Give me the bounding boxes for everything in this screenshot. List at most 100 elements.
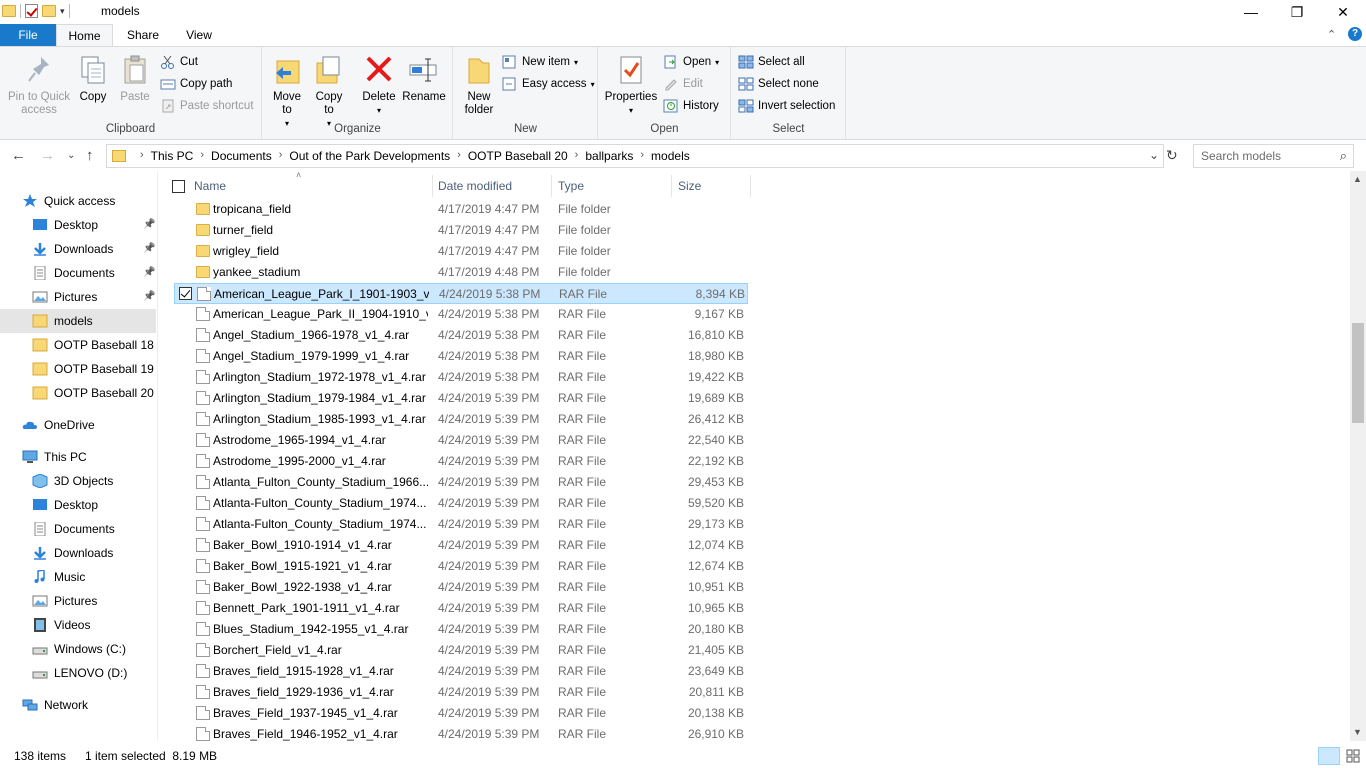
tab-home[interactable]: Home <box>56 24 113 46</box>
file-row[interactable]: Bennett_Park_1901-1911_v1_4.rar 4/24/2019… <box>174 598 748 619</box>
column-header-size[interactable]: Size <box>678 171 750 201</box>
scroll-up-icon[interactable]: ▲ <box>1353 174 1362 184</box>
properties-icon[interactable] <box>25 4 38 18</box>
minimize-button[interactable]: — <box>1228 0 1274 24</box>
file-row[interactable]: Braves_field_1929-1936_v1_4.rar 4/24/2019… <box>174 682 748 703</box>
invert-selection-button[interactable]: Invert selection <box>738 99 835 113</box>
search-input[interactable] <box>1201 149 1331 163</box>
nav-pc-item[interactable]: 3D Objects <box>0 469 156 493</box>
file-row[interactable]: Arlington_Stadium_1985-1993_v1_4.rar 4/24… <box>174 409 748 430</box>
scroll-down-icon[interactable]: ▼ <box>1353 727 1362 737</box>
close-button[interactable]: ✕ <box>1320 0 1366 24</box>
tab-view[interactable]: View <box>172 24 226 46</box>
column-divider[interactable] <box>432 175 433 197</box>
nav-qa-item[interactable]: OOTP Baseball 20 <box>0 381 156 405</box>
breadcrumb-chevron-icon[interactable]: › <box>137 149 147 163</box>
nav-qa-item[interactable]: OOTP Baseball 19 <box>0 357 156 381</box>
file-row[interactable]: Atlanta-Fulton_County_Stadium_1974... 4/2… <box>174 514 748 535</box>
select-all-checkbox[interactable] <box>172 171 190 201</box>
folder-row[interactable]: tropicana_field 4/17/2019 4:47 PM File fol… <box>174 199 748 220</box>
pin-icon[interactable]: 📌 <box>143 267 155 278</box>
vertical-scrollbar[interactable]: ▲ ▼ <box>1350 171 1366 741</box>
open-button[interactable]: Open ▾ <box>663 55 719 69</box>
breadcrumb-chevron-icon[interactable]: › <box>572 149 582 163</box>
nav-pc-item[interactable]: Pictures <box>0 589 156 613</box>
file-row[interactable]: Baker_Bowl_1910-1914_v1_4.rar 4/24/2019 5… <box>174 535 748 556</box>
refresh-icon[interactable]: ↻ <box>1166 147 1178 164</box>
move-to-button[interactable]: Move to ▾ <box>269 53 305 130</box>
file-row[interactable]: American_League_Park_I_1901-1903_v... 4/2… <box>174 283 748 304</box>
paste-button[interactable]: Paste <box>118 53 152 104</box>
file-row[interactable]: Blues_Stadium_1942-1955_v1_4.rar 4/24/201… <box>174 619 748 640</box>
column-header-name[interactable]: Name <box>194 171 432 201</box>
breadcrumb-documents[interactable]: Documents <box>207 149 276 163</box>
breadcrumb-chevron-icon[interactable]: › <box>197 149 207 163</box>
nav-pc-item[interactable]: Downloads <box>0 541 156 565</box>
delete-button[interactable]: Delete ▾ <box>359 53 399 117</box>
select-none-button[interactable]: Select none <box>738 77 819 91</box>
copy-button[interactable]: Copy <box>76 53 110 104</box>
pin-icon[interactable]: 📌 <box>143 243 155 254</box>
easy-access-button[interactable]: Easy access ▾ <box>502 77 595 91</box>
folder-row[interactable]: yankee_stadium 4/17/2019 4:48 PM File fold… <box>174 262 748 283</box>
nav-pc-item[interactable]: Documents <box>0 517 156 541</box>
tab-file[interactable]: File <box>0 24 56 46</box>
folder-row[interactable]: wrigley_field 4/17/2019 4:47 PM File folde… <box>174 241 748 262</box>
file-row[interactable]: Atlanta_Fulton_County_Stadium_1966... 4/2… <box>174 472 748 493</box>
file-row[interactable]: Astrodome_1995-2000_v1_4.rar 4/24/2019 5:… <box>174 451 748 472</box>
breadcrumb-models[interactable]: models <box>647 149 694 163</box>
breadcrumb-ootp-baseball-20[interactable]: OOTP Baseball 20 <box>464 149 572 163</box>
edit-button[interactable]: Edit <box>663 77 703 91</box>
column-header-date[interactable]: Date modified <box>438 171 550 201</box>
tab-share[interactable]: Share <box>116 24 170 46</box>
nav-qa-item[interactable]: OOTP Baseball 18 <box>0 333 156 357</box>
column-divider[interactable] <box>750 175 751 197</box>
nav-this-pc[interactable]: This PC <box>22 445 152 469</box>
nav-pc-item[interactable]: LENOVO (D:) <box>0 661 156 685</box>
breadcrumb-ootp-developments[interactable]: Out of the Park Developments <box>285 149 454 163</box>
rename-button[interactable]: Rename <box>401 53 447 104</box>
row-checkbox[interactable] <box>179 287 192 300</box>
details-view-icon[interactable] <box>1318 747 1340 765</box>
copy-path-button[interactable]: Copy path <box>160 77 232 91</box>
column-divider[interactable] <box>671 175 672 197</box>
nav-qa-item[interactable]: Pictures <box>0 285 156 309</box>
forward-arrow-icon[interactable]: → <box>40 147 55 164</box>
nav-network[interactable]: Network <box>22 693 152 717</box>
nav-qa-item[interactable]: models <box>0 309 156 333</box>
large-icons-view-icon[interactable] <box>1344 747 1362 765</box>
select-all-button[interactable]: Select all <box>738 55 805 69</box>
file-row[interactable]: Baker_Bowl_1922-1938_v1_4.rar 4/24/2019 5… <box>174 577 748 598</box>
breadcrumb-chevron-icon[interactable]: › <box>276 149 286 163</box>
nav-pc-item[interactable]: Desktop <box>0 493 156 517</box>
nav-onedrive[interactable]: OneDrive <box>22 413 152 437</box>
new-item-button[interactable]: New item ▾ <box>502 55 578 69</box>
file-row[interactable]: Braves_Field_1937-1945_v1_4.rar 4/24/2019… <box>174 703 748 724</box>
file-row[interactable]: Arlington_Stadium_1972-1978_v1_4.rar 4/24… <box>174 367 748 388</box>
customize-toolbar-dropdown-icon[interactable]: ▾ <box>60 6 65 17</box>
maximize-button[interactable]: ❐ <box>1274 0 1320 24</box>
nav-pc-item[interactable]: Windows (C:) <box>0 637 156 661</box>
file-row[interactable]: Angel_Stadium_1979-1999_v1_4.rar 4/24/201… <box>174 346 748 367</box>
recent-locations-chevron-icon[interactable]: ⌄ <box>67 150 75 161</box>
nav-qa-item[interactable]: Documents <box>0 261 156 285</box>
new-folder-button[interactable]: New folder <box>462 53 496 117</box>
search-icon[interactable]: ⌕ <box>1340 148 1347 164</box>
file-row[interactable]: Astrodome_1965-1994_v1_4.rar 4/24/2019 5:… <box>174 430 748 451</box>
nav-qa-item[interactable]: Desktop <box>0 213 156 237</box>
file-row[interactable]: Arlington_Stadium_1979-1984_v1_4.rar 4/24… <box>174 388 748 409</box>
help-icon[interactable]: ? <box>1348 27 1362 41</box>
breadcrumb-ballparks[interactable]: ballparks <box>581 149 637 163</box>
new-folder-icon[interactable] <box>42 5 56 17</box>
breadcrumb-chevron-icon[interactable]: › <box>454 149 464 163</box>
breadcrumb-this-pc[interactable]: This PC <box>147 149 198 163</box>
file-row[interactable]: Angel_Stadium_1966-1978_v1_4.rar 4/24/201… <box>174 325 748 346</box>
address-dropdown-chevron-icon[interactable]: ⌄ <box>1149 148 1159 162</box>
address-bar[interactable]: › This PC › Documents › Out of the Park … <box>106 144 1164 168</box>
copy-to-button[interactable]: Copy to ▾ <box>311 53 347 130</box>
file-row[interactable]: Atlanta-Fulton_County_Stadium_1974... 4/2… <box>174 493 748 514</box>
nav-qa-item[interactable]: Downloads <box>0 237 156 261</box>
properties-button[interactable]: Properties ▾ <box>603 53 659 117</box>
paste-shortcut-button[interactable]: Paste shortcut <box>160 99 254 113</box>
history-button[interactable]: History <box>663 99 719 113</box>
